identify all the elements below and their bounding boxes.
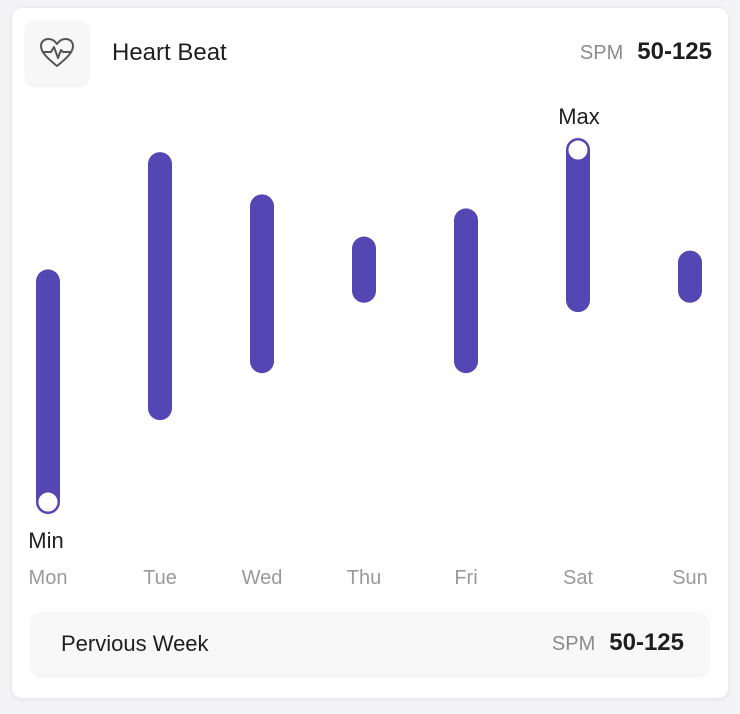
x-tick-wed: Wed — [242, 567, 283, 589]
bar-mon[interactable] — [36, 269, 60, 514]
bar-thu[interactable] — [352, 236, 376, 303]
max-marker — [566, 138, 590, 162]
bar-sat[interactable] — [566, 138, 590, 313]
max-label: Max — [558, 104, 600, 129]
bar-tue[interactable] — [148, 152, 172, 421]
x-tick-fri: Fri — [454, 567, 477, 589]
x-tick-mon: Mon — [29, 567, 68, 589]
bar-fri[interactable] — [454, 208, 478, 374]
x-tick-sat: Sat — [563, 567, 593, 589]
heart-beat-chart: Min Mon Tue Wed Thu Fri Max Sat Sun — [28, 104, 708, 589]
previous-week-unit: SPM — [551, 633, 596, 655]
x-tick-sun: Sun — [672, 567, 708, 589]
previous-week-row[interactable]: Pervious Week SPM 50-125 — [32, 612, 708, 674]
x-tick-thu: Thu — [347, 567, 381, 589]
previous-week-label: Pervious Week — [61, 631, 209, 656]
min-label: Min — [28, 528, 63, 553]
bar-sun[interactable] — [678, 250, 702, 303]
previous-week-range: SPM 50-125 — [552, 629, 684, 657]
previous-week-range-value: 50-125 — [609, 629, 684, 656]
x-tick-tue: Tue — [143, 567, 177, 589]
bar-wed[interactable] — [250, 194, 274, 374]
min-marker — [36, 490, 60, 514]
